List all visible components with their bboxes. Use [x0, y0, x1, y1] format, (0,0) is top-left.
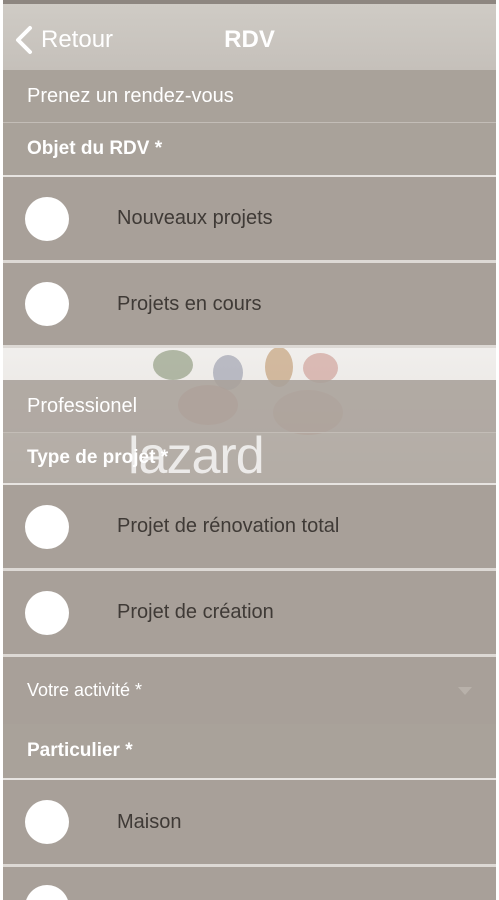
radio-option-maison[interactable]: Maison [3, 780, 496, 867]
option-label: Nouveaux projets [117, 207, 273, 229]
section-title: Prenez un rendez-vous [27, 84, 234, 107]
app-frame: Retour RDV Prenez un rendez-vous Objet d… [3, 0, 496, 900]
field-label-objet: Objet du RDV * [3, 123, 496, 177]
radio-option-projets-en-cours[interactable]: Projets en cours [3, 263, 496, 348]
section-header-rdv: Prenez un rendez-vous [3, 70, 496, 122]
option-label: Projets en cours [117, 292, 262, 315]
field-label: Objet du RDV * [27, 138, 163, 159]
section-title: Professionel [27, 394, 138, 417]
section-header-professionel: Professionel [3, 380, 496, 432]
field-label: Particulier * [27, 740, 133, 761]
brand-logo: lazard [128, 426, 428, 486]
field-label-particulier: Particulier * [3, 724, 496, 780]
logo-text: lazard [128, 427, 265, 485]
radio-option-partial[interactable] [3, 867, 496, 900]
option-label: Maison [117, 810, 182, 833]
activite-select[interactable]: Votre activité * [3, 657, 496, 724]
radio-button[interactable] [25, 590, 69, 635]
radio-button[interactable] [25, 196, 69, 241]
radio-option-renovation-total[interactable]: Projet de rénovation total [3, 485, 496, 571]
option-label: Projet de rénovation total [117, 515, 340, 537]
nav-bar: Retour RDV [3, 0, 496, 70]
radio-button[interactable] [25, 504, 69, 549]
chevron-down-icon [458, 687, 472, 695]
radio-option-creation[interactable]: Projet de création [3, 571, 496, 657]
page-title: RDV [224, 26, 275, 53]
radio-button[interactable] [25, 885, 69, 900]
radio-button[interactable] [25, 800, 69, 844]
radio-option-nouveaux-projets[interactable]: Nouveaux projets [3, 177, 496, 263]
select-value: Votre activité * [27, 680, 143, 700]
option-label: Projet de création [117, 601, 274, 623]
radio-button[interactable] [25, 282, 69, 326]
